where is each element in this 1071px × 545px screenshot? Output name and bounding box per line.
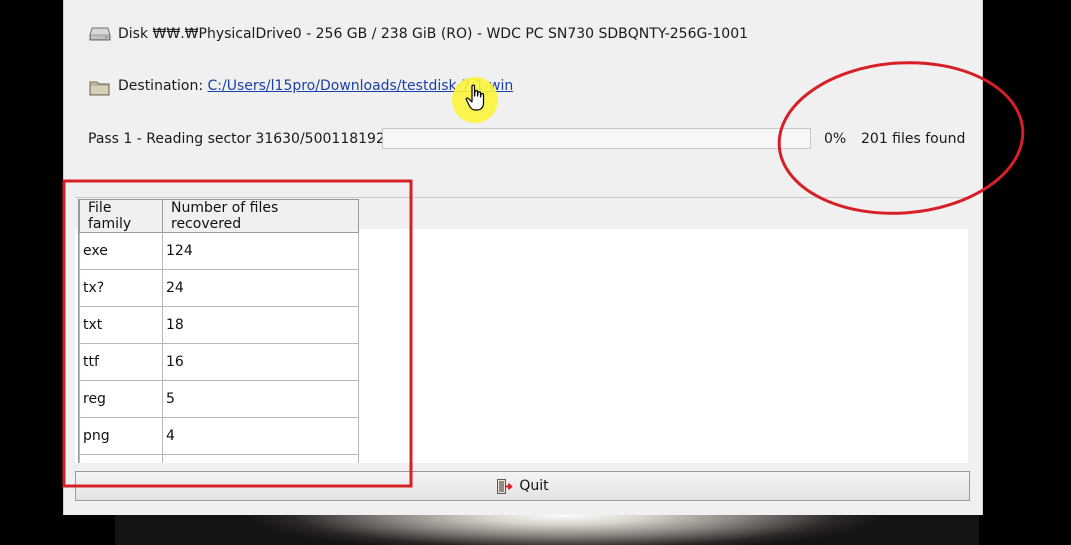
files-recovered-cell: 124 — [162, 232, 359, 270]
folder-icon — [89, 81, 110, 96]
file-family-cell: tx? — [79, 269, 163, 307]
table-row[interactable]: txt 18 — [79, 306, 359, 344]
column-header-files-recovered[interactable]: Number of files recovered — [162, 199, 359, 233]
files-recovered-cell: 5 — [162, 380, 359, 418]
table-row[interactable]: exe 124 — [79, 232, 359, 270]
panel-divider — [75, 197, 970, 198]
progress-bar — [382, 128, 811, 149]
disk-icon — [89, 27, 111, 41]
hand-pointer-icon — [465, 84, 485, 111]
file-family-cell: ttf — [79, 343, 163, 381]
file-family-cell: exe — [79, 232, 163, 270]
file-family-cell: txt — [79, 306, 163, 344]
column-header-file-family[interactable]: File family — [79, 199, 163, 233]
file-family-table-container[interactable]: File family Number of files recovered ex… — [78, 199, 359, 463]
quit-button[interactable]: Quit — [75, 471, 970, 501]
quit-label: Quit — [519, 478, 549, 494]
destination-label: Destination: — [118, 78, 208, 94]
photorec-window: Disk ₩₩.₩PhysicalDrive0 - 256 GB / 238 G… — [63, 0, 983, 515]
file-family-cell: reg — [79, 380, 163, 418]
file-family-table: File family Number of files recovered ex… — [79, 199, 359, 463]
files-recovered-cell: 24 — [162, 269, 359, 307]
files-recovered-cell — [162, 454, 359, 463]
table-row[interactable]: tx? 24 — [79, 269, 359, 307]
quit-icon — [497, 478, 514, 494]
table-row[interactable]: ttf 16 — [79, 343, 359, 381]
table-row[interactable]: reg 5 — [79, 380, 359, 418]
files-recovered-cell: 4 — [162, 417, 359, 455]
file-family-cell — [79, 454, 163, 463]
progress-percent: 0% — [824, 131, 847, 147]
files-recovered-cell: 16 — [162, 343, 359, 381]
files-recovered-cell: 18 — [162, 306, 359, 344]
file-family-cell: png — [79, 417, 163, 455]
table-header-row: File family Number of files recovered — [79, 199, 359, 233]
files-found-count: 201 files found — [861, 131, 966, 147]
pass-status: Pass 1 - Reading sector 31630/500118192 — [88, 131, 385, 147]
table-row[interactable] — [79, 454, 359, 463]
disk-info: Disk ₩₩.₩PhysicalDrive0 - 256 GB / 238 G… — [118, 26, 749, 42]
desktop-background-glow — [115, 515, 979, 545]
table-row[interactable]: png 4 — [79, 417, 359, 455]
